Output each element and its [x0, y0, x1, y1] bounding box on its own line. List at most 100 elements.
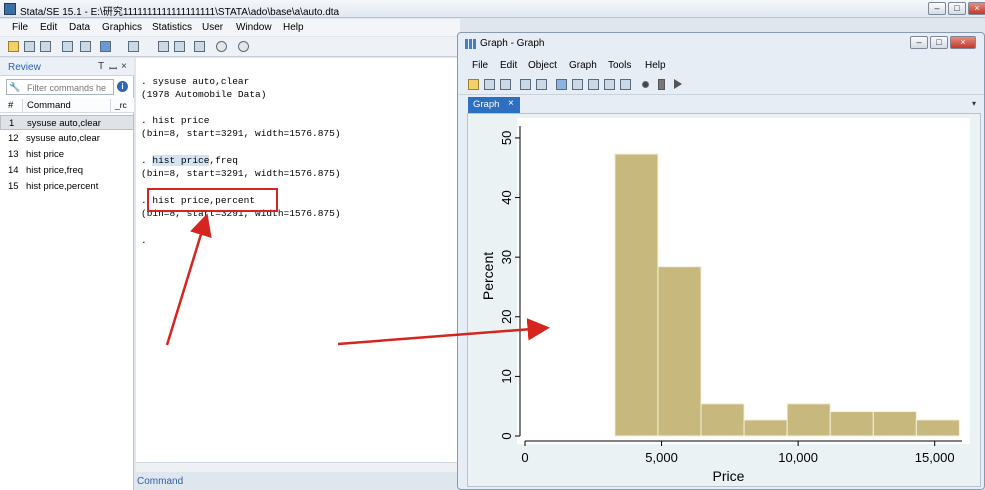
add-line-icon[interactable] — [604, 79, 615, 90]
menu-graphics[interactable]: Graphics — [102, 22, 142, 33]
pin-icon[interactable]: ꟷ — [109, 61, 117, 75]
result-command-line: . sysuse auto,clear — [141, 76, 250, 87]
stata-app-icon — [4, 3, 16, 15]
graph-open-icon[interactable] — [468, 79, 479, 90]
do-file-editor-icon[interactable] — [128, 41, 139, 52]
histogram-bar — [829, 411, 874, 437]
result-output-line: (1978 Automobile Data) — [141, 89, 267, 100]
row-number: 15 — [8, 181, 19, 192]
tab-graph[interactable]: Graph × — [468, 97, 520, 113]
graph-menu-file[interactable]: File — [472, 60, 488, 71]
row-number: 14 — [8, 165, 19, 176]
histogram-bar — [614, 153, 659, 437]
graph-save-icon[interactable] — [484, 79, 495, 90]
y-tick-label: 30 — [499, 250, 514, 264]
data-browser-icon[interactable] — [174, 41, 185, 52]
graph-menu-object[interactable]: Object — [528, 60, 557, 71]
review-column-headers: # Command _rc — [0, 98, 134, 113]
add-text-icon[interactable] — [588, 79, 599, 90]
wrench-icon: 🔧 — [9, 82, 21, 92]
save-icon[interactable] — [24, 41, 35, 52]
graph-print-icon[interactable] — [500, 79, 511, 90]
filter-commands-input[interactable] — [27, 81, 113, 94]
window-title: Stata/SE 15.1 - E:\研究1111111111111111111… — [20, 7, 340, 18]
info-icon[interactable]: i — [117, 81, 128, 92]
y-tick-label: 20 — [499, 310, 514, 324]
review-row[interactable]: 1 sysuse auto,clear — [0, 115, 134, 130]
variables-manager-icon[interactable] — [194, 41, 205, 52]
graph-editor-icon[interactable] — [556, 79, 567, 90]
review-title: Review — [8, 62, 41, 73]
tab-label: Graph — [473, 99, 500, 110]
log-icon[interactable] — [62, 41, 73, 52]
data-editor-icon[interactable] — [158, 41, 169, 52]
graph-menu-tools[interactable]: Tools — [608, 60, 631, 71]
select-icon[interactable] — [572, 79, 583, 90]
histogram-bar — [700, 403, 745, 437]
record-icon[interactable] — [642, 81, 649, 88]
x-tick-label: 15,000 — [915, 450, 955, 465]
menu-file[interactable]: File — [12, 22, 28, 33]
more-icon[interactable] — [216, 41, 227, 52]
rename-icon[interactable] — [536, 79, 547, 90]
annotation-highlight-box — [147, 188, 278, 212]
menu-window[interactable]: Window — [236, 22, 272, 33]
result-output-line: (bin=8, start=3291, width=1576.875) — [141, 128, 341, 139]
open-icon[interactable] — [8, 41, 19, 52]
results-scrollbar[interactable] — [136, 462, 460, 472]
x-tick-label: 0 — [521, 450, 528, 465]
y-tick-label: 40 — [499, 190, 514, 204]
results-window[interactable]: . sysuse auto,clear (1978 Automobile Dat… — [136, 58, 460, 462]
print-icon[interactable] — [40, 41, 51, 52]
graph-window-title: Graph - Graph — [480, 38, 545, 49]
close-button[interactable]: × — [968, 2, 985, 15]
menu-help[interactable]: Help — [283, 22, 304, 33]
col-command[interactable]: Command — [27, 100, 71, 111]
x-tick-label: 10,000 — [778, 450, 818, 465]
graph-icon[interactable] — [100, 41, 111, 52]
pause-icon[interactable] — [658, 79, 665, 90]
row-command: hist price,freq — [26, 165, 84, 176]
copy-icon[interactable] — [520, 79, 531, 90]
review-filter-box[interactable]: 🔧 — [6, 79, 114, 95]
close-panel-icon[interactable]: × — [121, 61, 127, 72]
graph-tab-bar: Graph × ▾ — [466, 97, 978, 113]
col-number[interactable]: # — [8, 100, 13, 111]
menu-data[interactable]: Data — [69, 22, 90, 33]
graph-app-icon — [465, 39, 476, 49]
review-row[interactable]: 14 hist price,freq — [0, 163, 134, 178]
histogram-bar — [657, 266, 702, 437]
column-divider — [110, 99, 111, 112]
graph-close-button[interactable]: × — [950, 36, 976, 49]
review-row[interactable]: 13 hist price — [0, 147, 134, 162]
tab-close-icon[interactable]: × — [508, 98, 514, 109]
graph-menu-bar: File Edit Object Graph Tools Help — [458, 57, 984, 74]
col-rc[interactable]: _rc — [115, 100, 127, 110]
review-row[interactable]: 15 hist price,percent — [0, 179, 134, 194]
row-command: hist price — [26, 149, 65, 160]
maximize-button[interactable]: □ — [948, 2, 966, 15]
plot-region — [517, 118, 970, 444]
filter-toggle-icon[interactable]: T — [98, 61, 104, 72]
graph-window: Graph - Graph – □ × File Edit Object Gra… — [457, 32, 985, 490]
graph-minimize-button[interactable]: – — [910, 36, 928, 49]
graph-menu-help[interactable]: Help — [645, 60, 666, 71]
graph-maximize-button[interactable]: □ — [930, 36, 948, 49]
add-marker-icon[interactable] — [620, 79, 631, 90]
review-panel: Review T ꟷ × 🔧 i # Command _rc 1 sysuse … — [0, 58, 134, 490]
viewer-icon[interactable] — [80, 41, 91, 52]
row-number: 12 — [8, 133, 19, 144]
row-command: sysuse auto,clear — [27, 118, 101, 129]
graph-menu-graph[interactable]: Graph — [569, 60, 597, 71]
play-icon[interactable] — [674, 79, 682, 89]
graph-menu-edit[interactable]: Edit — [500, 60, 517, 71]
y-tick-label: 50 — [499, 131, 514, 145]
break-icon[interactable] — [238, 41, 249, 52]
minimize-button[interactable]: – — [928, 2, 946, 15]
chevron-down-icon[interactable]: ▾ — [972, 99, 976, 108]
menu-user[interactable]: User — [202, 22, 223, 33]
menu-statistics[interactable]: Statistics — [152, 22, 192, 33]
review-row[interactable]: 12 sysuse auto,clear — [0, 131, 134, 146]
menu-edit[interactable]: Edit — [40, 22, 57, 33]
graph-toolbar — [458, 75, 984, 95]
